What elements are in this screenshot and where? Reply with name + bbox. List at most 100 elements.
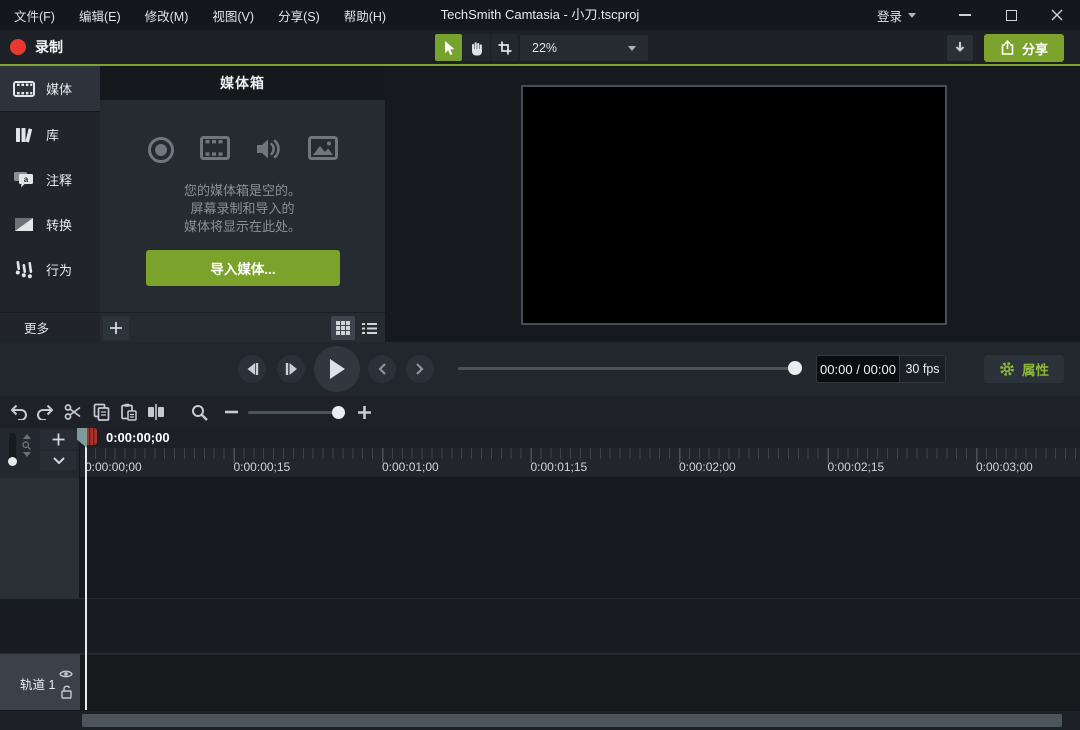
- login-menu[interactable]: 登录: [877, 6, 916, 25]
- minimize-button[interactable]: [942, 0, 988, 30]
- plus-icon: [109, 321, 123, 335]
- sidebar-more-button[interactable]: 更多: [0, 312, 100, 342]
- timeline-scrollbar[interactable]: [0, 710, 1080, 730]
- seek-slider-handle[interactable]: [788, 361, 802, 375]
- select-tool-button[interactable]: [435, 34, 462, 61]
- share-button[interactable]: 分享: [984, 34, 1064, 62]
- download-button[interactable]: [947, 35, 973, 61]
- track-visibility-toggle[interactable]: [59, 669, 73, 679]
- playhead-time-label: 0:00:00;00: [106, 430, 170, 445]
- gear-icon: [999, 361, 1015, 377]
- step-backward-button[interactable]: [238, 355, 266, 383]
- sidebar-item-transitions[interactable]: 转换: [0, 202, 100, 247]
- menu-file[interactable]: 文件(F): [14, 6, 55, 25]
- step-forward-icon: [285, 363, 298, 375]
- timeline-zoom-handle[interactable]: [332, 406, 345, 419]
- playback-bar: 00:00 / 00:00 30 fps 属性: [0, 342, 1080, 396]
- add-media-button[interactable]: [103, 316, 129, 340]
- split-button[interactable]: [143, 399, 169, 425]
- main-toolbar: 录制: [0, 30, 1080, 66]
- undo-button[interactable]: [6, 399, 32, 425]
- copy-button[interactable]: [88, 399, 114, 425]
- ruler-label: 0:00:00;00: [85, 460, 142, 474]
- copy-icon: [93, 403, 110, 421]
- pan-tool-button[interactable]: [463, 34, 490, 61]
- tracks-region: 轨道 1: [0, 478, 1080, 710]
- properties-button[interactable]: 属性: [984, 355, 1064, 383]
- tools-sidebar: 媒体 库 a 注释 转换: [0, 66, 100, 342]
- speech-bubble-icon: a: [12, 170, 35, 190]
- caret-down-icon: [23, 452, 31, 457]
- scissors-icon: [64, 403, 82, 421]
- track-1-header[interactable]: 轨道 1: [0, 654, 80, 710]
- login-label: 登录: [877, 6, 902, 25]
- canvas-zoom-value: 22%: [532, 41, 557, 55]
- crop-tool-button[interactable]: [491, 34, 518, 61]
- redo-button[interactable]: [32, 399, 58, 425]
- video-preview[interactable]: [521, 85, 947, 325]
- step-forward-button[interactable]: [277, 355, 305, 383]
- track-lock-toggle[interactable]: [61, 685, 72, 699]
- menu-share[interactable]: 分享(S): [278, 6, 320, 25]
- sidebar-item-media[interactable]: 媒体: [0, 66, 100, 112]
- sidebar-item-library[interactable]: 库: [0, 112, 100, 157]
- cursor-icon: [441, 40, 457, 56]
- jump-forward-button[interactable]: [406, 355, 434, 383]
- menu-view[interactable]: 视图(V): [212, 6, 254, 25]
- zoom-in-button[interactable]: [351, 399, 377, 425]
- track-options-button[interactable]: [40, 451, 77, 470]
- step-backward-icon: [246, 363, 259, 375]
- list-view-button[interactable]: [357, 316, 381, 340]
- play-button[interactable]: [314, 346, 360, 392]
- ruler-label: 0:00:03;00: [976, 460, 1033, 474]
- record-button[interactable]: 录制: [10, 30, 63, 64]
- grid-view-icon: [336, 321, 350, 335]
- timecode-display: 00:00 / 00:00 30 fps: [816, 355, 946, 383]
- maximize-button[interactable]: [988, 0, 1034, 30]
- empty-text-line: 您的媒体箱是空的。: [100, 182, 385, 200]
- fps-value[interactable]: 30 fps: [899, 356, 945, 382]
- add-track-button[interactable]: [40, 430, 77, 449]
- canvas-zoom-dropdown[interactable]: 22%: [520, 35, 648, 61]
- sidebar-item-behaviors[interactable]: 行为: [0, 247, 100, 292]
- chevron-down-icon: [53, 457, 65, 464]
- minimize-icon: [959, 14, 971, 16]
- track-1-content[interactable]: [80, 654, 1080, 710]
- playhead-out-flag[interactable]: [87, 428, 97, 445]
- seek-slider[interactable]: [458, 367, 800, 371]
- menu-help[interactable]: 帮助(H): [344, 6, 386, 25]
- svg-text:a: a: [24, 175, 29, 184]
- sidebar-item-annotations[interactable]: a 注释: [0, 157, 100, 202]
- menu-modify[interactable]: 修改(M): [145, 6, 189, 25]
- cut-button[interactable]: [60, 399, 86, 425]
- paste-button[interactable]: [115, 399, 141, 425]
- timecode-value: 00:00 / 00:00: [817, 362, 899, 377]
- filmstrip-icon: [200, 136, 230, 160]
- jump-back-button[interactable]: [368, 355, 396, 383]
- timeline-area: 0:00:00;00 0:00:00;00 0:00:00;15 0:00:01…: [0, 428, 1080, 730]
- playhead-line[interactable]: [85, 445, 87, 710]
- close-icon: [1051, 9, 1063, 21]
- media-bin-header: 媒体箱: [100, 66, 385, 100]
- timeline-zoom-slider[interactable]: [248, 411, 344, 414]
- media-bin-empty-icons: [100, 136, 385, 164]
- import-media-button[interactable]: 导入媒体...: [146, 250, 340, 286]
- ruler-top-strip[interactable]: [80, 428, 1080, 448]
- plus-icon: [358, 406, 371, 419]
- media-bin-bottom-bar: [100, 312, 385, 342]
- menu-edit[interactable]: 编辑(E): [79, 6, 121, 25]
- timeline-ruler[interactable]: 0:00:00;00 0:00:00;15 0:00:01;00 0:00:01…: [80, 448, 1080, 478]
- redo-icon: [36, 404, 54, 420]
- maximize-icon: [1006, 10, 1017, 21]
- track-height-handle[interactable]: [8, 457, 17, 466]
- image-icon: [308, 136, 338, 160]
- hand-icon: [469, 40, 485, 56]
- sidebar-item-label: 媒体: [46, 79, 72, 98]
- share-icon: [1000, 40, 1015, 56]
- canvas-area[interactable]: [385, 66, 1080, 342]
- grid-view-button[interactable]: [331, 316, 355, 340]
- zoom-out-button[interactable]: [218, 399, 244, 425]
- timeline-scrollbar-thumb[interactable]: [82, 714, 1062, 727]
- close-button[interactable]: [1034, 0, 1080, 30]
- timeline-zoom-button[interactable]: [186, 399, 212, 425]
